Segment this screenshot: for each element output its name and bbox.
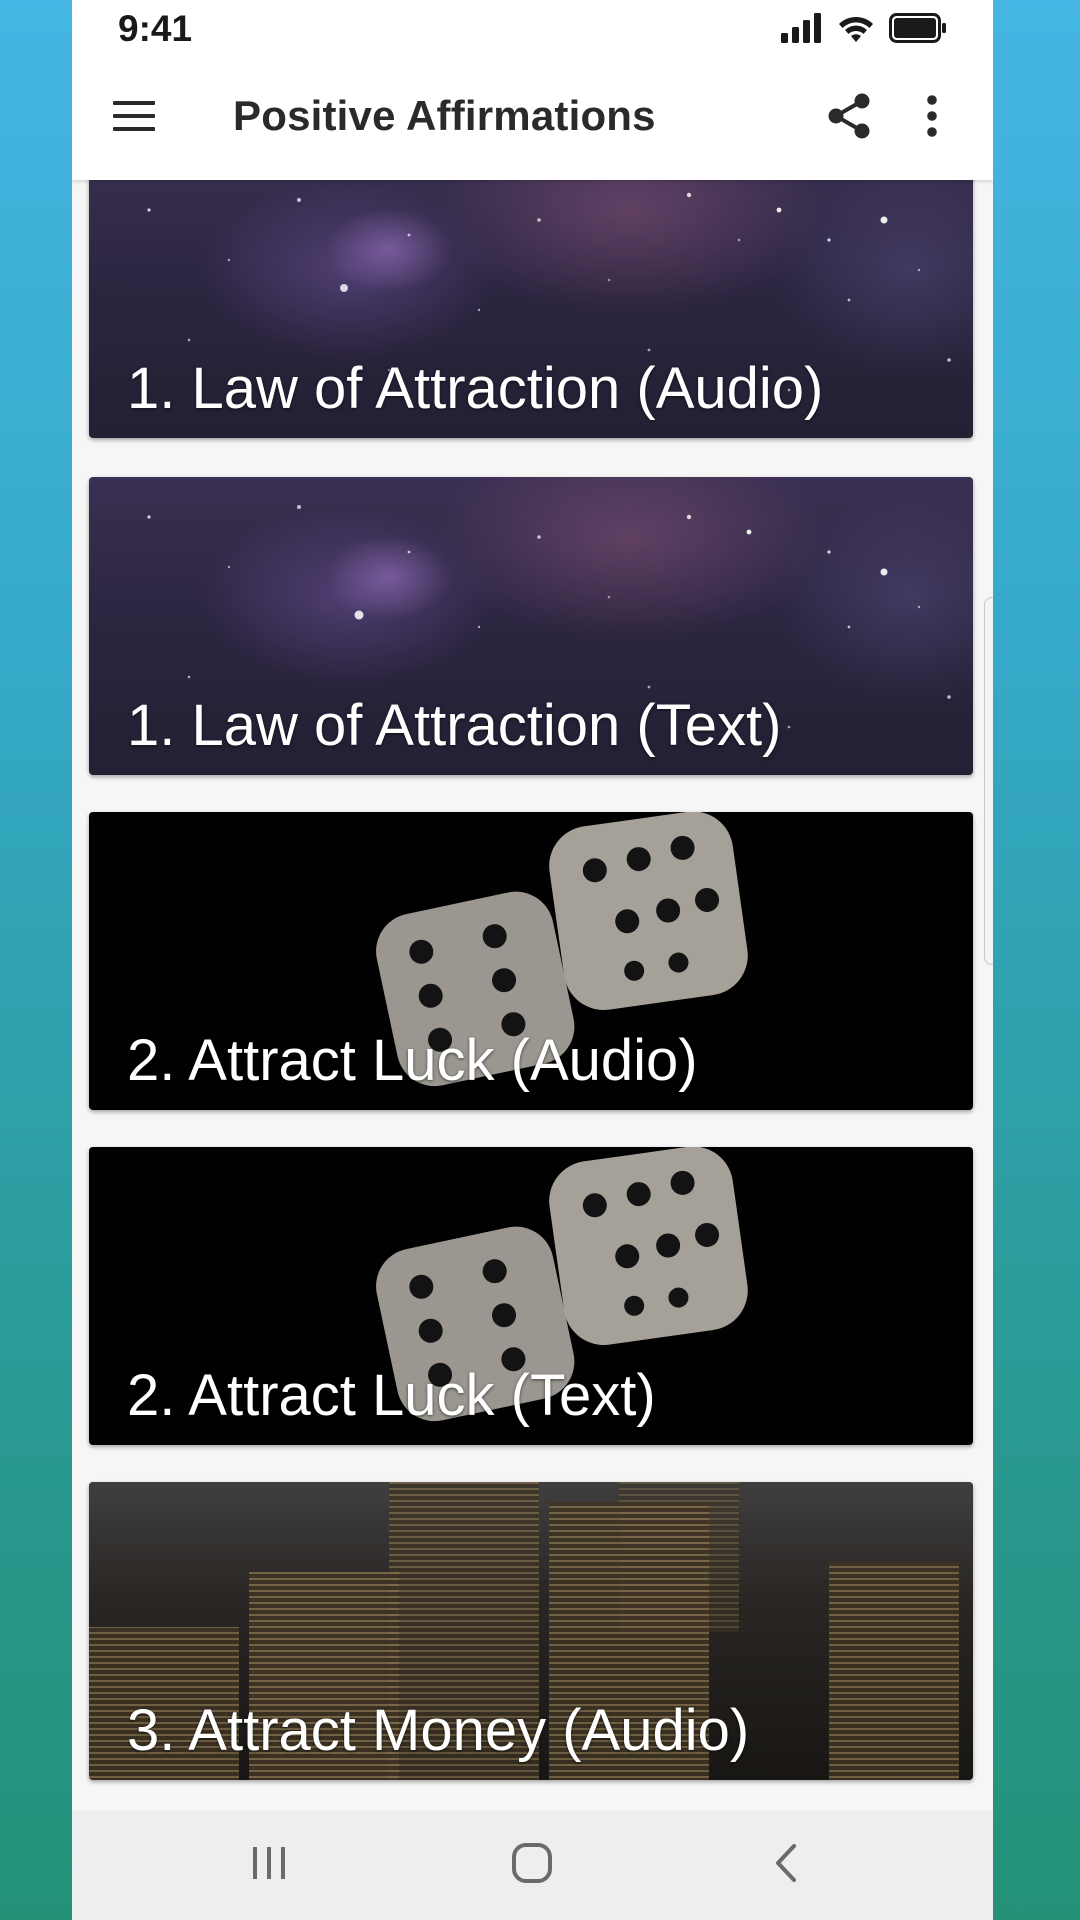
- affirmation-card-law-of-attraction-audio[interactable]: 1. Law of Attraction (Audio): [89, 180, 973, 438]
- signal-icon: [781, 12, 823, 48]
- more-options-button[interactable]: [908, 86, 956, 150]
- menu-button[interactable]: [102, 86, 166, 150]
- menu-icon: [111, 99, 157, 138]
- more-vert-icon: [926, 94, 938, 143]
- affirmation-card-attract-luck-text[interactable]: 2. Attract Luck (Text): [89, 1147, 973, 1445]
- share-icon: [826, 92, 872, 145]
- home-icon: [511, 1842, 553, 1889]
- share-button[interactable]: [817, 86, 881, 150]
- app-bar: Positive Affirmations: [72, 58, 993, 180]
- recent-apps-icon: [249, 1845, 289, 1886]
- phone-screen: 9:41 Positive Affirmations 1. Law of Att…: [72, 0, 993, 1920]
- affirmation-card-attract-luck-audio[interactable]: 2. Attract Luck (Audio): [89, 812, 973, 1110]
- affirmation-card-attract-money-audio[interactable]: 3. Attract Money (Audio): [89, 1482, 973, 1780]
- recent-apps-button[interactable]: [224, 1830, 314, 1900]
- scroll-handle[interactable]: [984, 597, 993, 965]
- back-icon: [772, 1843, 802, 1888]
- card-title: 2. Attract Luck (Audio): [127, 1028, 698, 1093]
- back-button[interactable]: [742, 1830, 832, 1900]
- home-button[interactable]: [487, 1830, 577, 1900]
- card-title: 1. Law of Attraction (Audio): [127, 356, 824, 421]
- card-title: 1. Law of Attraction (Text): [127, 693, 782, 758]
- status-time: 9:41: [118, 8, 193, 49]
- wifi-icon: [837, 13, 875, 48]
- card-title: 2. Attract Luck (Text): [127, 1363, 656, 1428]
- affirmation-card-law-of-attraction-text[interactable]: 1. Law of Attraction (Text): [89, 477, 973, 775]
- system-navigation-bar: [72, 1810, 993, 1920]
- status-bar: 9:41: [72, 0, 993, 58]
- battery-icon: [889, 12, 947, 48]
- affirmations-list[interactable]: 1. Law of Attraction (Audio) 1. Law of A…: [72, 180, 993, 1810]
- card-title: 3. Attract Money (Audio): [127, 1698, 750, 1763]
- page-title: Positive Affirmations: [233, 92, 656, 139]
- status-icons: [781, 12, 947, 48]
